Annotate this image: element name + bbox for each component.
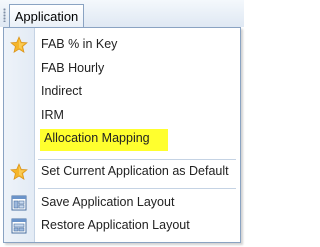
menu-item-indirect[interactable]: Indirect xyxy=(4,81,240,103)
application-menu-button[interactable]: Application xyxy=(9,4,84,27)
menu-item-label: Save Application Layout xyxy=(41,195,175,209)
menu-item-allocation-mapping[interactable]: Allocation Mapping xyxy=(4,128,240,151)
menu-item-restore-layout[interactable]: Restore Application Layout xyxy=(4,215,240,237)
restore-layout-icon xyxy=(11,218,27,234)
menu-item-fab-percent-in-key[interactable]: FAB % in Key xyxy=(4,34,240,56)
toolbar: Application xyxy=(0,0,244,27)
menu-item-irm[interactable]: IRM xyxy=(4,105,240,127)
menu-item-label: Restore Application Layout xyxy=(41,218,190,232)
star-icon xyxy=(10,36,28,53)
menu-item-set-default[interactable]: Set Current Application as Default xyxy=(4,161,240,183)
application-dropdown-menu: FAB % in Key FAB Hourly Indirect IRM All… xyxy=(3,27,241,243)
menu-item-label: Set Current Application as Default xyxy=(41,164,229,178)
menu-item-label: FAB % in Key xyxy=(41,37,118,51)
toolbar-grip[interactable] xyxy=(3,8,6,22)
menu-item-label: Indirect xyxy=(41,84,82,98)
menu-separator xyxy=(38,188,236,189)
menu-separator xyxy=(38,159,236,160)
menu-item-label: FAB Hourly xyxy=(41,61,105,75)
menu-item-fab-hourly[interactable]: FAB Hourly xyxy=(4,58,240,80)
star-icon xyxy=(10,163,28,180)
menu-item-label: Allocation Mapping xyxy=(44,131,150,145)
menu-item-save-layout[interactable]: Save Application Layout xyxy=(4,192,240,214)
menu-item-label: IRM xyxy=(41,108,64,122)
save-layout-icon xyxy=(11,195,27,211)
